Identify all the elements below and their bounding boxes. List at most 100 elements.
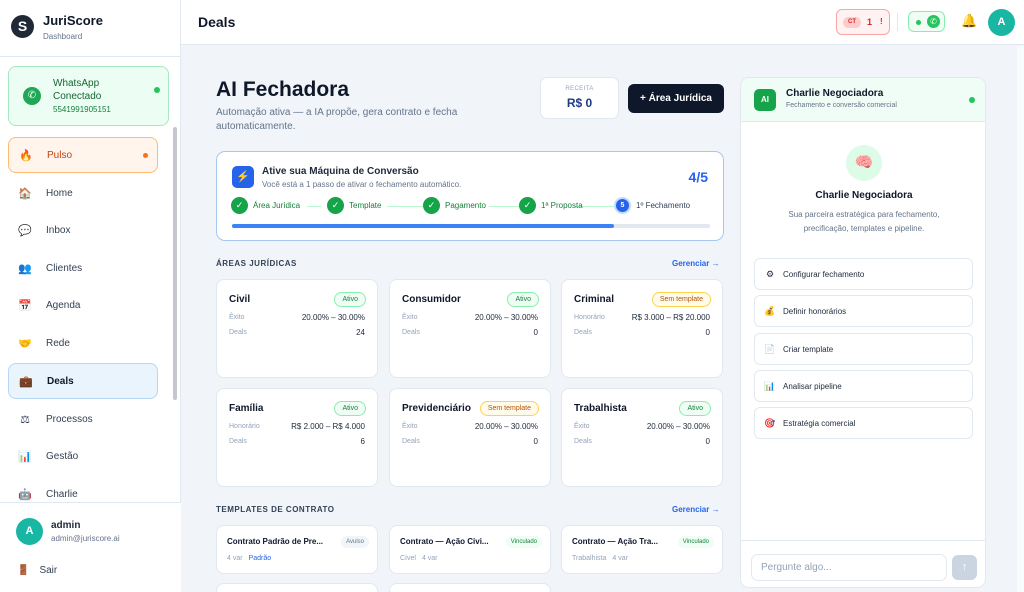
- status-badge: Ativo: [334, 292, 366, 307]
- sidebar-item-agenda[interactable]: 📅 Agenda: [8, 287, 158, 323]
- sidebar-item-processos[interactable]: ⚖ Processos: [8, 401, 158, 437]
- manage-areas-link[interactable]: Gerenciar →: [672, 259, 720, 268]
- area-deals-value: 6: [360, 437, 365, 446]
- alert-icon: !: [880, 17, 883, 26]
- area-fee-value: 20.00% – 30.00%: [301, 313, 365, 322]
- whatsapp-icon: ✆: [23, 87, 41, 105]
- template-card[interactable]: Contrato — Ação Tra... Vinculado Trabalh…: [561, 525, 723, 574]
- status-badge: Ativo: [679, 401, 711, 416]
- conversion-step-count: 4/5: [688, 169, 708, 185]
- step-label: Pagamento: [445, 201, 486, 210]
- template-card[interactable]: Contrato — Ação Civi... Vinculado Cível 4…: [389, 525, 551, 574]
- whatsapp-status-button[interactable]: ✆: [908, 11, 945, 32]
- sidebar-item-label: Deals: [47, 375, 74, 387]
- send-button[interactable]: ↑: [952, 555, 977, 580]
- status-badge: Vinculado: [677, 536, 714, 548]
- template-card-partial[interactable]: [216, 583, 378, 592]
- step-area-juridica[interactable]: ✓ Área Jurídica: [231, 197, 300, 214]
- brand-title: JuriScore: [43, 13, 103, 28]
- step-connector: [489, 206, 520, 207]
- step-primeiro-fechamento[interactable]: 5 1º Fechamento: [614, 197, 690, 214]
- template-card[interactable]: Contrato Padrão de Pre... Avulso 4 var Pa…: [216, 525, 378, 574]
- add-area-button[interactable]: + Área Jurídica: [628, 84, 724, 113]
- area-card-previdenciario[interactable]: Previdenciário Sem template Êxito 20.00%…: [389, 388, 551, 487]
- sidebar-item-label: Home: [46, 187, 73, 199]
- brand-logo: S: [11, 15, 34, 38]
- user-name: admin: [51, 520, 81, 531]
- speech-bubble-icon: 💬: [18, 224, 32, 237]
- step-primeira-proposta[interactable]: ✓ 1ª Proposta: [519, 197, 583, 214]
- sidebar-item-label: Charlie: [46, 488, 78, 500]
- conversion-progress-bar: [232, 224, 710, 228]
- sidebar-item-clientes[interactable]: 👥 Clientes: [8, 250, 158, 286]
- people-icon: 👥: [18, 262, 32, 275]
- sidebar-item-deals[interactable]: 💼 Deals: [8, 363, 158, 399]
- sidebar-item-home[interactable]: 🏠 Home: [8, 175, 158, 211]
- sidebar-item-inbox[interactable]: 💬 Inbox: [8, 212, 158, 248]
- area-fee-value: R$ 3.000 – R$ 20.000: [631, 313, 710, 322]
- bell-icon[interactable]: 🔔: [961, 13, 977, 29]
- money-bag-icon: 💰: [764, 305, 776, 316]
- ct-alert-button[interactable]: CT 1 !: [836, 9, 890, 35]
- area-deals-value: 0: [533, 437, 538, 446]
- quick-action-definir-honorarios[interactable]: 💰 Definir honorários: [754, 295, 973, 327]
- template-name: Contrato — Ação Civi...: [400, 537, 489, 546]
- revenue-label: RECEITA: [565, 86, 594, 92]
- area-deals-value: 0: [705, 328, 710, 337]
- conversion-progress-fill: [232, 224, 615, 228]
- quick-action-label: Criar template: [783, 344, 834, 354]
- template-card-partial[interactable]: [389, 583, 551, 592]
- gear-icon: ⚙: [765, 268, 775, 279]
- main-scrollbar-track[interactable]: [1017, 46, 1024, 592]
- step-pagamento[interactable]: ✓ Pagamento: [423, 197, 486, 214]
- sidebar-item-rede[interactable]: 🤝 Rede: [8, 325, 158, 361]
- area-card-civil[interactable]: Civil Ativo Êxito 20.00% – 30.00% Deals …: [216, 279, 378, 378]
- template-meta: Trabalhista 4 var: [572, 555, 628, 562]
- avatar[interactable]: A: [988, 9, 1015, 36]
- chat-input[interactable]: [751, 554, 947, 581]
- area-card-trabalhista[interactable]: Trabalhista Ativo Êxito 20.00% – 30.00% …: [561, 388, 723, 487]
- step-number: 5: [614, 197, 631, 214]
- divider: [897, 13, 898, 31]
- quick-action-label: Analisar pipeline: [783, 381, 842, 391]
- main-heading: AI Fechadora: [216, 78, 350, 101]
- area-name: Civil: [229, 294, 251, 305]
- quick-action-estrategia-comercial[interactable]: 🎯 Estratégia comercial: [754, 407, 973, 439]
- logout-button[interactable]: 🚪 Sair: [17, 565, 57, 576]
- page-title: Deals: [198, 14, 236, 30]
- online-dot-icon: [154, 87, 160, 93]
- sidebar-scrollbar[interactable]: [173, 127, 177, 400]
- sidebar-item-label: Agenda: [46, 299, 81, 311]
- area-card-familia[interactable]: Família Ativo Honorário R$ 2.000 – R$ 4.…: [216, 388, 378, 487]
- status-badge: Ativo: [334, 401, 366, 416]
- online-dot-icon: [969, 97, 975, 103]
- document-icon: 📄: [764, 343, 776, 354]
- quick-action-analisar-pipeline[interactable]: 📊 Analisar pipeline: [754, 370, 973, 402]
- template-area: Cível: [400, 555, 416, 562]
- ct-count: 1: [867, 17, 873, 27]
- quick-action-criar-template[interactable]: 📄 Criar template: [754, 333, 973, 365]
- quick-action-configurar-fechamento[interactable]: ⚙ Configurar fechamento: [754, 258, 973, 290]
- area-deals-label: Deals: [402, 329, 420, 336]
- check-icon: ✓: [423, 197, 440, 214]
- step-template[interactable]: ✓ Template: [327, 197, 381, 214]
- sidebar: S JuriScore Dashboard ✆ WhatsApp Conecta…: [0, 0, 181, 592]
- step-connector: [387, 206, 423, 207]
- area-name: Família: [229, 403, 264, 414]
- whatsapp-status-card[interactable]: ✆ WhatsApp Conectado 5541991905151: [8, 66, 169, 126]
- calendar-icon: 📅: [18, 299, 32, 312]
- quick-action-label: Estratégia comercial: [783, 418, 856, 428]
- area-deals-label: Deals: [574, 329, 592, 336]
- pulse-dot-icon: [143, 153, 148, 158]
- user-email: admin@juriscore.ai: [51, 534, 120, 543]
- manage-templates-link[interactable]: Gerenciar →: [672, 505, 720, 514]
- area-deals-label: Deals: [402, 438, 420, 445]
- area-card-consumidor[interactable]: Consumidor Ativo Êxito 20.00% – 30.00% D…: [389, 279, 551, 378]
- sidebar-item-gestao[interactable]: 📊 Gestão: [8, 438, 158, 474]
- area-fee-label: Êxito: [402, 423, 418, 430]
- template-name: Contrato — Ação Tra...: [572, 537, 658, 546]
- briefcase-icon: 💼: [19, 375, 33, 388]
- area-card-criminal[interactable]: Criminal Sem template Honorário R$ 3.000…: [561, 279, 723, 378]
- avatar[interactable]: A: [16, 518, 43, 545]
- sidebar-item-pulso[interactable]: 🔥 Pulso: [8, 137, 158, 173]
